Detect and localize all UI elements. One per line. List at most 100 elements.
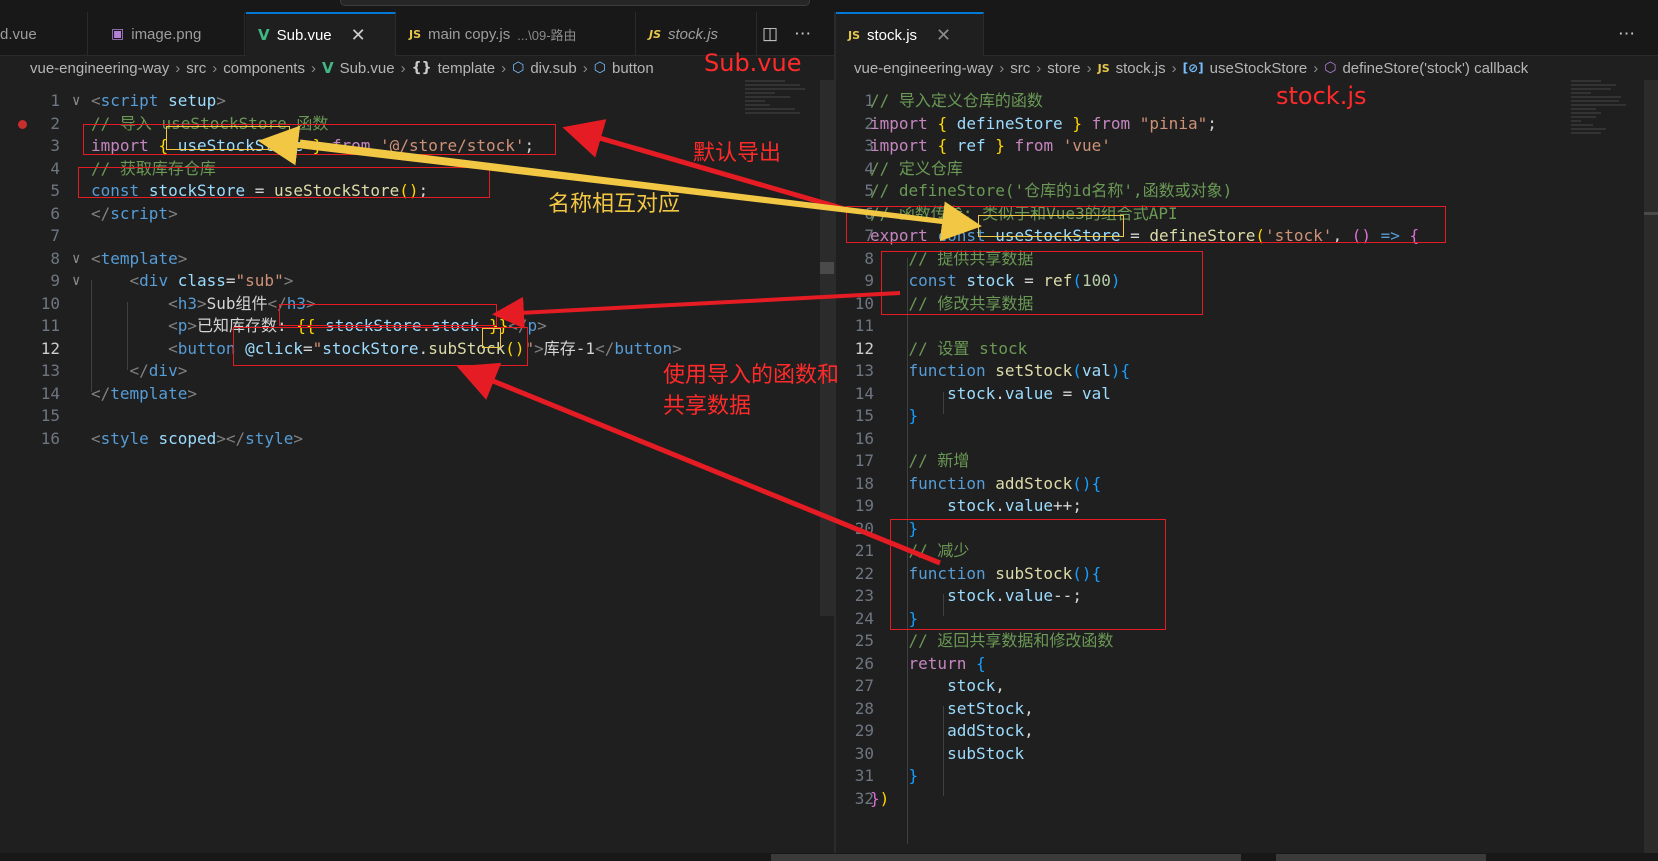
more-actions-icon[interactable]: ⋯ [794, 24, 811, 44]
breadcrumb-item[interactable]: template [438, 60, 496, 77]
code-line[interactable]: 11 [836, 315, 1658, 338]
code-token: > [293, 428, 303, 448]
code-line[interactable]: 1 ∨ <script setup> [0, 90, 834, 113]
code-line[interactable]: 13 function setStock(val){ [836, 360, 1658, 383]
line-number: 16 [854, 428, 874, 448]
code-token: </ [91, 383, 111, 403]
line-number: 13 [40, 361, 60, 380]
code-line[interactable]: 4// 定义仓库 [836, 158, 1658, 181]
breadcrumb-item[interactable]: vue-engineering-way [30, 60, 169, 77]
tab-image-png[interactable]: ▣ image.png [97, 12, 245, 56]
fold-chevron-icon[interactable]: ∨ [72, 270, 80, 293]
breadcrumb-item[interactable]: stock.js [1116, 60, 1166, 77]
tab-stock-js[interactable]: JS stock.js ✕ [836, 12, 984, 56]
code-token: // 设置 stock [908, 338, 1028, 358]
indent-guide [127, 302, 128, 370]
vertical-scrollbar[interactable] [820, 80, 834, 616]
breadcrumb-item[interactable]: vue-engineering-way [854, 60, 993, 77]
more-actions-icon[interactable]: ⋯ [1618, 24, 1635, 44]
breadcrumb-item[interactable]: Sub.vue [340, 60, 395, 77]
code-text: // 设置 stock [870, 338, 1028, 361]
code-line[interactable]: 5// defineStore('仓库的id名称',函数或对象) [836, 180, 1658, 203]
tab-d-vue[interactable]: d.vue [0, 12, 88, 56]
code-token: button [614, 338, 673, 358]
minimap[interactable] [1571, 80, 1641, 160]
code-line[interactable]: 32}) [836, 788, 1658, 811]
code-text: return { [870, 653, 986, 676]
code-token: > [187, 316, 197, 335]
code-line[interactable]: 16 [836, 428, 1658, 451]
line-number: 14 [40, 383, 60, 403]
method-icon: ⬡ [1324, 60, 1337, 76]
code-line[interactable]: 27 stock, [836, 675, 1658, 698]
code-line[interactable]: 25 // 返回共享数据和修改函数 [836, 630, 1658, 653]
code-line[interactable]: 18 function addStock(){ [836, 473, 1658, 496]
code-line[interactable]: 30 subStock [836, 743, 1658, 766]
code-line[interactable]: 14 stock.value = val [836, 383, 1658, 406]
breadcrumb-item[interactable]: store [1047, 60, 1080, 77]
code-line[interactable]: 19 stock.value++; [836, 495, 1658, 518]
breadcrumb-item[interactable]: button [612, 60, 654, 77]
close-icon[interactable]: ✕ [936, 25, 951, 46]
horizontal-scrollbar[interactable] [1276, 854, 1486, 861]
breadcrumb-item[interactable]: useStockStore [1210, 60, 1308, 77]
code-token: } [908, 766, 919, 785]
fold-chevron-icon[interactable]: ∨ [72, 90, 80, 113]
code-line[interactable]: 26 return { [836, 653, 1658, 676]
highlight-box-call-parens [482, 328, 501, 348]
right-tab-bar: JS stock.js ✕ ⋯ [836, 12, 1658, 56]
code-line[interactable]: 28 setStock, [836, 698, 1658, 721]
tab-sub-vue[interactable]: V Sub.vue ✕ [246, 12, 396, 56]
code-editor[interactable]: 1// 导入定义仓库的函数 2 import { defineStore } fro… [836, 90, 1658, 810]
code-token: </ [595, 338, 615, 358]
breadcrumb-item[interactable]: components [223, 60, 305, 77]
code-line[interactable]: 1// 导入定义仓库的函数 [836, 90, 1658, 113]
code-line[interactable]: 17 // 新增 [836, 450, 1658, 473]
breadcrumb-item[interactable]: src [1010, 60, 1030, 77]
code-token: from [1091, 113, 1131, 133]
tab-main-copy-js[interactable]: JS main copy.js ...\09-路由 [397, 12, 636, 56]
code-line[interactable]: 8 ∨ <template> [0, 248, 834, 271]
vue-icon: V [258, 26, 270, 44]
code-token: </ [129, 361, 149, 380]
code-text: <template> [91, 248, 187, 271]
code-line[interactable]: 16 <style scoped></style> [0, 428, 834, 451]
chevron-right-icon: › [1036, 59, 1042, 77]
code-line[interactable]: 6 </script> [0, 203, 834, 226]
code-line[interactable]: 29 addStock, [836, 720, 1658, 743]
vertical-scrollbar[interactable] [1644, 80, 1658, 853]
breadcrumb-item[interactable]: src [186, 60, 206, 77]
split-editor-icon[interactable]: ◫ [762, 24, 778, 44]
code-text: import { ref } from 'vue' [870, 135, 1111, 158]
breadcrumb-item[interactable]: defineStore('stock') callback [1342, 60, 1528, 77]
breakpoint-icon[interactable] [18, 120, 27, 129]
image-icon: ▣ [111, 26, 125, 42]
command-center[interactable] [340, 0, 810, 6]
code-line[interactable]: 15 } [836, 405, 1658, 428]
line-number: 10 [40, 293, 60, 313]
scrollbar-thumb[interactable] [820, 262, 834, 274]
fold-chevron-icon[interactable]: ∨ [72, 248, 80, 271]
code-line[interactable]: 31 } [836, 765, 1658, 788]
js-icon: JS [409, 27, 422, 41]
breadcrumb-item[interactable]: div.sub [530, 60, 576, 77]
code-line[interactable]: 2 import { defineStore } from "pinia"; [836, 113, 1658, 136]
scrollbar-thumb[interactable] [1644, 212, 1658, 215]
code-line[interactable]: 12 // 设置 stock [836, 338, 1658, 361]
code-line[interactable]: 7 [0, 225, 834, 248]
indent-guide [943, 392, 944, 414]
code-line[interactable]: 3 import { ref } from 'vue' [836, 135, 1658, 158]
code-token: stock [947, 676, 996, 695]
vue-icon: V [321, 59, 334, 77]
horizontal-scrollbar[interactable] [771, 854, 1241, 861]
annotation-sub-vue: Sub.vue [704, 49, 802, 77]
close-icon[interactable]: ✕ [351, 25, 366, 46]
code-line[interactable]: 9 ∨ <div class="sub"> [0, 270, 834, 293]
